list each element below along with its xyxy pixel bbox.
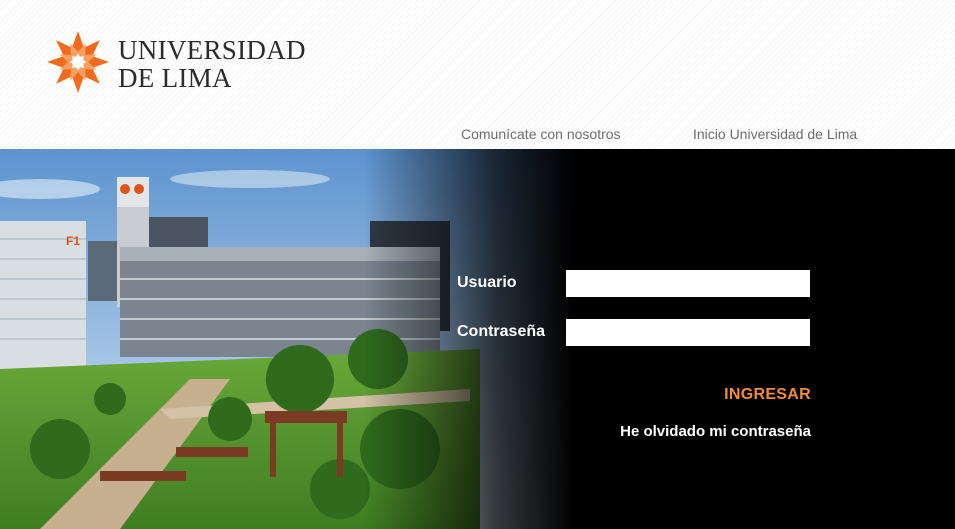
brand-line-2: DE LIMA (118, 63, 232, 93)
site-header: UNIVERSIDAD DE LIMA Comunícate con nosot… (0, 0, 955, 149)
contact-link[interactable]: Comunícate con nosotros (461, 126, 621, 142)
username-label: Usuario (457, 274, 517, 291)
top-nav: Comunícate con nosotros Inicio Universid… (0, 126, 955, 144)
brand-name[interactable]: UNIVERSIDAD DE LIMA (118, 36, 306, 92)
username-input[interactable] (566, 270, 810, 297)
hero-campus-image: F1 (0, 149, 955, 529)
forgot-password-link[interactable]: He olvidado mi contraseña (620, 423, 811, 440)
login-button[interactable]: INGRESAR (724, 386, 811, 404)
password-input[interactable] (566, 319, 810, 346)
brand-line-1: UNIVERSIDAD (118, 35, 306, 65)
password-label: Contraseña (457, 323, 546, 340)
home-link[interactable]: Inicio Universidad de Lima (693, 126, 857, 142)
starburst-logo-icon[interactable] (46, 30, 110, 94)
